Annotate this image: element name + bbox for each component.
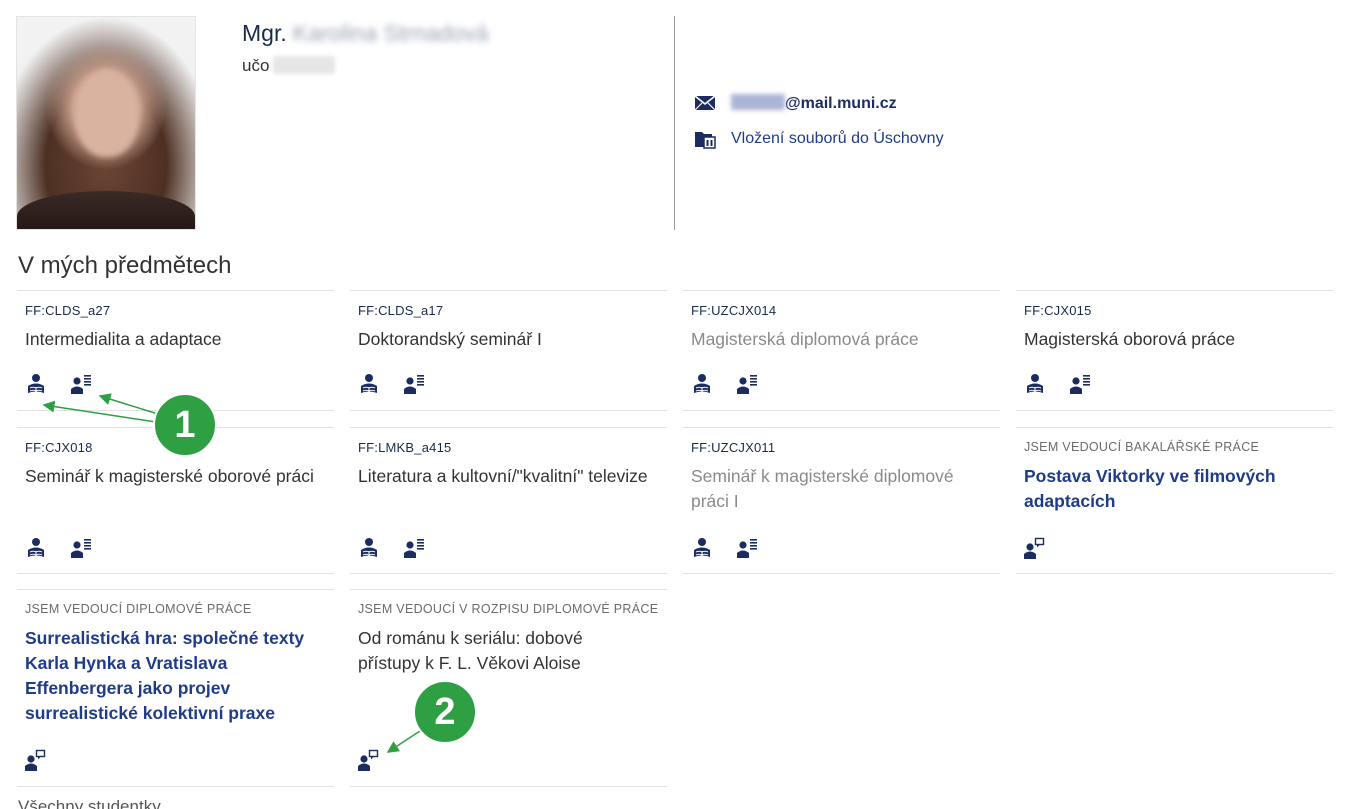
student-reading-icon[interactable]: [691, 373, 713, 395]
course-title[interactable]: Od románu k seriálu: dobové přístupy k F…: [358, 626, 648, 676]
course-code: JSEM VEDOUCÍ V ROZPISU DIPLOMOVÉ PRÁCE: [358, 602, 659, 616]
annotation-badge-2: 2: [413, 680, 477, 744]
email-address[interactable]: @mail.muni.cz: [731, 93, 897, 113]
course-title[interactable]: Intermedialita a adaptace: [25, 327, 315, 352]
course-code: JSEM VEDOUCÍ BAKALÁŘSKÉ PRÁCE: [1024, 440, 1260, 454]
course-card[interactable]: FF:UZCJX014 Magisterská diplomová práce: [683, 290, 1000, 411]
profile-title: Mgr.: [242, 20, 287, 46]
course-code: JSEM VEDOUCÍ DIPLOMOVÉ PRÁCE: [25, 602, 252, 616]
course-title[interactable]: Surrealistická hra: společné texty Karla…: [25, 626, 315, 726]
course-card[interactable]: JSEM VEDOUCÍ V ROZPISU DIPLOMOVÉ PRÁCE Od…: [350, 589, 667, 787]
course-title[interactable]: Postava Viktorky ve filmových adaptacích: [1024, 464, 1314, 514]
course-card[interactable]: FF:CLDS_a17 Doktorandský seminář I: [350, 290, 667, 411]
course-title[interactable]: Seminář k magisterské diplomové práci I: [691, 464, 981, 514]
email-link[interactable]: @mail.muni.cz: [694, 92, 897, 114]
person-chat-icon[interactable]: [25, 749, 47, 771]
course-actions: [25, 373, 93, 395]
person-list-icon[interactable]: [71, 373, 93, 395]
student-reading-icon[interactable]: [1024, 373, 1046, 395]
course-code: FF:CJX015: [1024, 303, 1092, 318]
course-code: FF:UZCJX011: [691, 440, 776, 455]
course-code: FF:CLDS_a27: [25, 303, 111, 318]
course-code: FF:CJX018: [25, 440, 93, 455]
course-actions: [358, 749, 380, 771]
course-card[interactable]: FF:UZCJX011 Seminář k magisterské diplomo…: [683, 427, 1000, 574]
profile-name: Mgr. Karolina Strnadová: [242, 20, 488, 47]
uco-value-blurred: [273, 56, 336, 74]
course-title[interactable]: Literatura a kultovní/"kvalitní" televiz…: [358, 464, 648, 489]
course-code: FF:UZCJX014: [691, 303, 777, 318]
course-code: FF:LMKB_a415: [358, 440, 452, 455]
person-list-icon[interactable]: [404, 537, 426, 559]
course-card[interactable]: JSEM VEDOUCÍ DIPLOMOVÉ PRÁCE Surrealistic…: [17, 589, 334, 787]
course-actions: [1024, 537, 1046, 559]
course-card[interactable]: FF:LMKB_a415 Literatura a kultovní/"kvali…: [350, 427, 667, 574]
course-actions: [358, 373, 426, 395]
person-list-icon[interactable]: [404, 373, 426, 395]
course-title[interactable]: Doktorandský seminář I: [358, 327, 648, 352]
course-actions: [358, 537, 426, 559]
person-chat-icon[interactable]: [1024, 537, 1046, 559]
profile-face: [75, 69, 139, 157]
annotation-badge-1: 1: [153, 393, 217, 457]
student-reading-icon[interactable]: [691, 537, 713, 559]
course-title[interactable]: Magisterská oborová práce: [1024, 327, 1314, 352]
profile-photo: [16, 16, 196, 230]
course-actions: [1024, 373, 1092, 395]
person-chat-icon[interactable]: [358, 749, 380, 771]
course-code: FF:CLDS_a17: [358, 303, 444, 318]
course-card[interactable]: FF:CLDS_a27 Intermedialita a adaptace: [17, 290, 334, 411]
next-section-title: Všechny studentky: [18, 797, 161, 809]
course-actions: [691, 537, 759, 559]
profile-uco: učo: [242, 56, 336, 76]
email-user-blurred: [731, 93, 785, 110]
section-title: V mých předmětech: [18, 252, 232, 279]
header-divider: [674, 16, 675, 230]
course-title[interactable]: Magisterská diplomová práce: [691, 327, 981, 352]
course-actions: [691, 373, 759, 395]
student-reading-icon[interactable]: [25, 537, 47, 559]
course-actions: [25, 749, 47, 771]
email-domain: @mail.muni.cz: [785, 94, 897, 112]
uco-label: učo: [242, 56, 270, 75]
student-reading-icon[interactable]: [358, 537, 380, 559]
person-list-icon[interactable]: [71, 537, 93, 559]
course-title[interactable]: Seminář k magisterské oborové práci: [25, 464, 315, 489]
profile-name-blurred: Karolina Strnadová: [292, 20, 489, 46]
student-reading-icon[interactable]: [358, 373, 380, 395]
student-reading-icon[interactable]: [25, 373, 47, 395]
profile-shoulders: [17, 191, 195, 229]
storage-link[interactable]: Vložení souborů do Úschovny: [694, 128, 944, 150]
folder-upload-icon: [694, 128, 718, 150]
envelope-icon: [694, 92, 718, 114]
person-list-icon[interactable]: [1070, 373, 1092, 395]
course-card[interactable]: JSEM VEDOUCÍ BAKALÁŘSKÉ PRÁCE Postava Vik…: [1016, 427, 1333, 574]
course-actions: [25, 537, 93, 559]
person-list-icon[interactable]: [737, 373, 759, 395]
course-card[interactable]: FF:CJX015 Magisterská oborová práce: [1016, 290, 1333, 411]
person-list-icon[interactable]: [737, 537, 759, 559]
storage-link-label[interactable]: Vložení souborů do Úschovny: [731, 130, 944, 148]
